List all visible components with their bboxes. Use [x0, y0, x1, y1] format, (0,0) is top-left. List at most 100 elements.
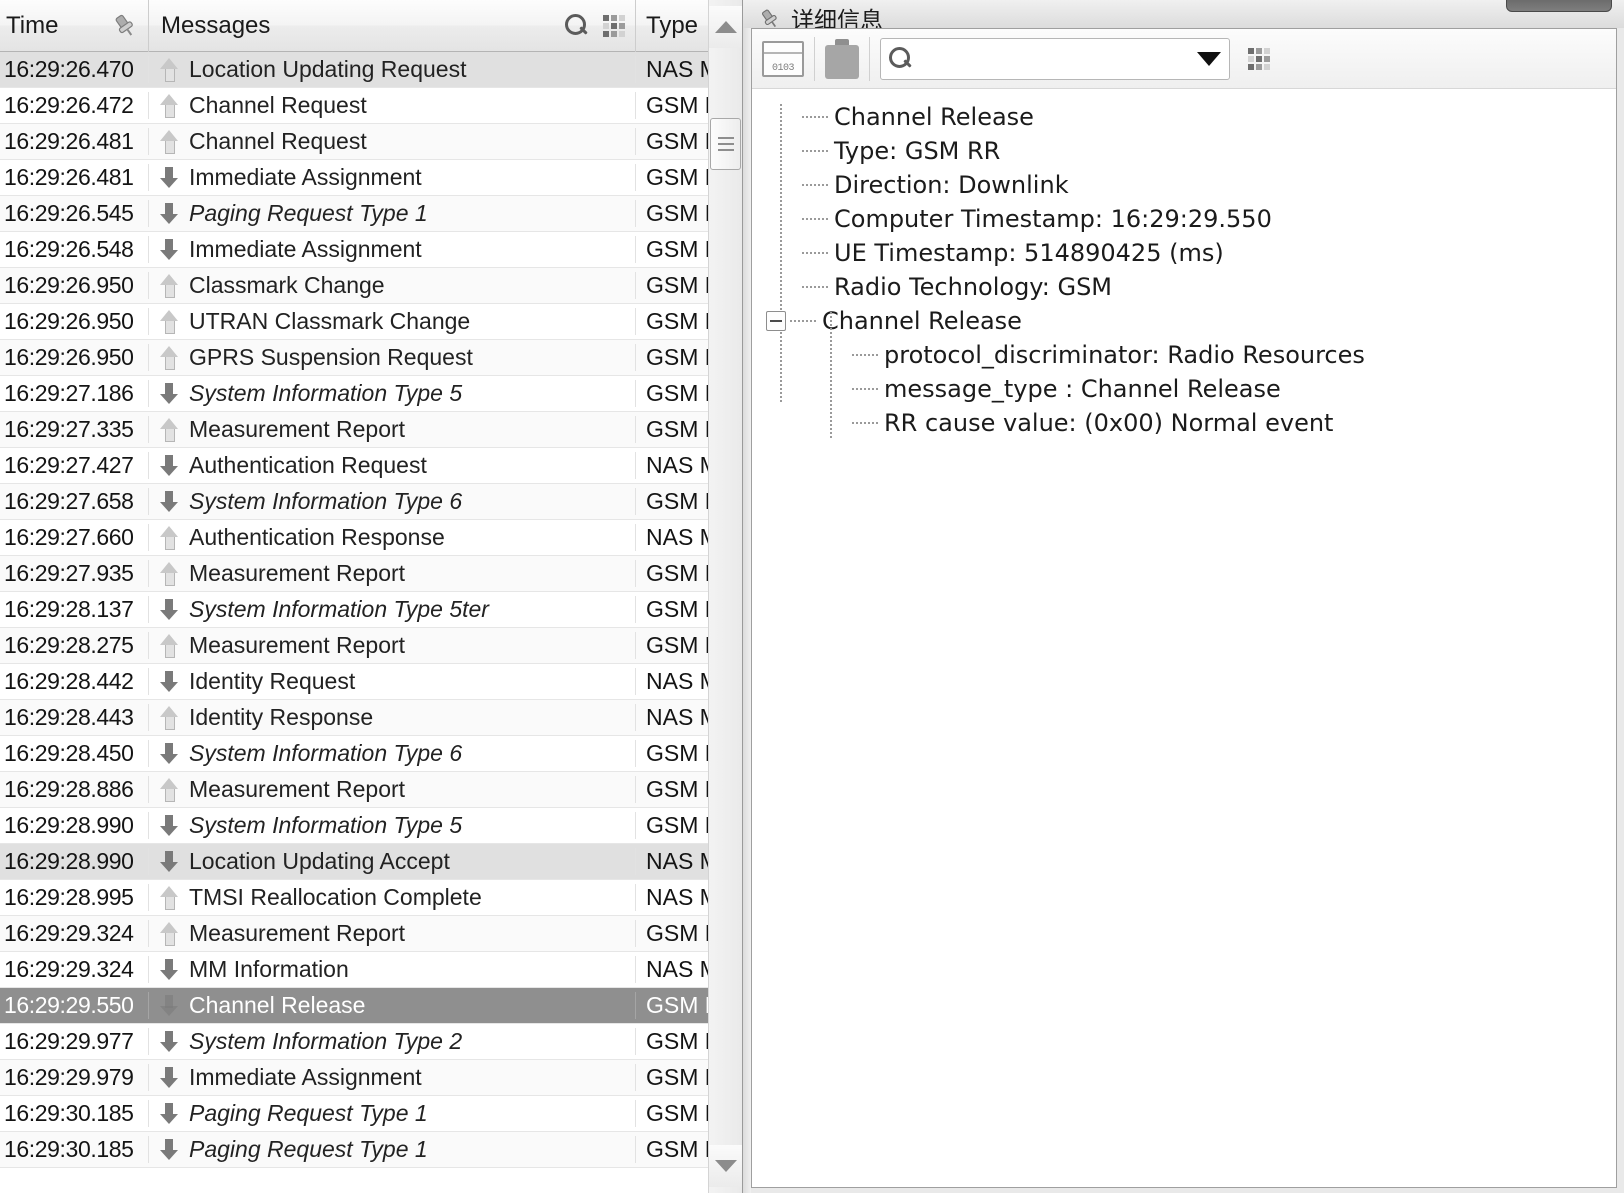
- tree-node[interactable]: Channel Release: [766, 100, 1616, 134]
- tree-node[interactable]: UE Timestamp: 514890425 (ms): [766, 236, 1616, 270]
- table-row[interactable]: 16:29:28.886 Measurement Report GSM RR: [0, 772, 742, 808]
- details-search-combobox[interactable]: [880, 37, 1230, 80]
- table-row[interactable]: 16:29:27.658 System Information Type 6 GSM…: [0, 484, 742, 520]
- tree-node[interactable]: Radio Technology: GSM: [766, 270, 1616, 304]
- table-row[interactable]: 16:29:28.275 Measurement Report GSM RR: [0, 628, 742, 664]
- row-message: System Information Type 5ter: [148, 596, 635, 623]
- table-row[interactable]: 16:29:28.990 Location Updating Accept NAS …: [0, 844, 742, 880]
- downlink-arrow-icon: [159, 741, 179, 767]
- uplink-arrow-icon: [159, 525, 179, 551]
- table-row[interactable]: 16:29:29.324 Measurement Report GSM RR: [0, 916, 742, 952]
- table-row[interactable]: 16:29:27.186 System Information Type 5 GSM…: [0, 376, 742, 412]
- table-row[interactable]: 16:29:29.324 MM Information NAS MM: [0, 952, 742, 988]
- table-row[interactable]: 16:29:29.550 Channel Release GSM RR: [0, 988, 742, 1024]
- table-row[interactable]: 16:29:27.335 Measurement Report GSM RR: [0, 412, 742, 448]
- table-row[interactable]: 16:29:29.979 Immediate Assignment GSM RR: [0, 1060, 742, 1096]
- row-time: 16:29:28.450: [4, 740, 134, 766]
- chevron-down-icon[interactable]: [1197, 51, 1221, 66]
- table-row[interactable]: 16:29:26.950 GPRS Suspension Request GSM R…: [0, 340, 742, 376]
- table-row[interactable]: 16:29:26.950 Classmark Change GSM RR: [0, 268, 742, 304]
- table-row[interactable]: 16:29:26.950 UTRAN Classmark Change GSM RR: [0, 304, 742, 340]
- dock-pin-icon[interactable]: [759, 8, 781, 28]
- table-row[interactable]: 16:29:28.450 System Information Type 6 GSM…: [0, 736, 742, 772]
- row-message-label: Paging Request Type 1: [189, 200, 428, 226]
- clipboard-icon[interactable]: [825, 38, 859, 79]
- pane-splitter[interactable]: [743, 0, 751, 1193]
- downlink-arrow-icon: [159, 813, 179, 839]
- tree-collapse-icon[interactable]: [766, 311, 786, 331]
- tree-node[interactable]: Type: GSM RR: [766, 134, 1616, 168]
- table-row[interactable]: 16:29:28.990 System Information Type 5 GSM…: [0, 808, 742, 844]
- table-row[interactable]: 16:29:26.545 Paging Request Type 1 GSM RR: [0, 196, 742, 232]
- scroll-up-button[interactable]: [709, 6, 742, 48]
- row-message: GPRS Suspension Request: [148, 344, 635, 371]
- row-message-label: Immediate Assignment: [189, 1064, 422, 1090]
- grid-icon[interactable]: [603, 14, 625, 37]
- row-message: System Information Type 2: [148, 1028, 635, 1055]
- tree-node[interactable]: Channel Release: [766, 304, 1616, 338]
- tree-connector-line: [802, 150, 828, 152]
- table-row[interactable]: 16:29:27.427 Authentication Request NAS MM: [0, 448, 742, 484]
- toolbar-separator-2: [869, 36, 870, 81]
- tree-node[interactable]: Direction: Downlink: [766, 168, 1616, 202]
- table-row[interactable]: 16:29:27.660 Authentication Response NAS M…: [0, 520, 742, 556]
- hex-view-label: 0103: [771, 62, 795, 74]
- row-time: 16:29:27.186: [4, 380, 134, 406]
- tree-node[interactable]: message_type : Channel Release: [766, 372, 1616, 406]
- column-header-messages-label: Messages: [161, 11, 271, 39]
- tree-node[interactable]: Computer Timestamp: 16:29:29.550: [766, 202, 1616, 236]
- downlink-arrow-icon: [159, 1101, 179, 1127]
- search-input[interactable]: [919, 39, 1191, 78]
- uplink-arrow-icon: [159, 129, 179, 155]
- column-header-messages[interactable]: Messages: [148, 0, 635, 52]
- message-rows-viewport[interactable]: 16:29:26.470 Location Updating Request NAS…: [0, 52, 742, 1193]
- hex-view-bar: [764, 51, 802, 54]
- table-row[interactable]: 16:29:27.935 Measurement Report GSM RR: [0, 556, 742, 592]
- uplink-arrow-icon: [159, 93, 179, 119]
- row-message-label: UTRAN Classmark Change: [189, 308, 471, 334]
- row-message: UTRAN Classmark Change: [148, 308, 635, 335]
- row-message: TMSI Reallocation Complete: [148, 884, 635, 911]
- row-message-label: Identity Request: [189, 668, 356, 694]
- table-row[interactable]: 16:29:26.481 Channel Request GSM RR: [0, 124, 742, 160]
- row-message: System Information Type 6: [148, 488, 635, 515]
- row-time: 16:29:30.185: [4, 1136, 134, 1162]
- row-message: Measurement Report: [148, 560, 635, 587]
- table-row[interactable]: 16:29:28.995 TMSI Reallocation Complete NA…: [0, 880, 742, 916]
- details-title-bar[interactable]: 详细信息: [743, 0, 1624, 28]
- column-header-time[interactable]: Time: [0, 0, 148, 52]
- tree-node-label: RR cause value: (0x00) Normal event: [884, 409, 1334, 437]
- row-time: 16:29:27.935: [4, 560, 134, 586]
- tree-node[interactable]: protocol_discriminator: Radio Resources: [766, 338, 1616, 372]
- table-row[interactable]: 16:29:26.481 Immediate Assignment GSM RR: [0, 160, 742, 196]
- row-message-label: Classmark Change: [189, 272, 385, 298]
- table-row[interactable]: 16:29:29.977 System Information Type 2 GSM…: [0, 1024, 742, 1060]
- tree-guide-line-1: [780, 104, 782, 404]
- scroll-down-button[interactable]: [709, 1145, 742, 1187]
- dock-window-button[interactable]: [1506, 0, 1612, 12]
- table-row[interactable]: 16:29:28.137 System Information Type 5ter…: [0, 592, 742, 628]
- table-row[interactable]: 16:29:28.442 Identity Request NAS MM: [0, 664, 742, 700]
- grid-icon[interactable]: [1248, 47, 1270, 70]
- message-list-scrollbar[interactable]: [708, 0, 742, 1193]
- table-row[interactable]: 16:29:26.470 Location Updating Request NAS…: [0, 52, 742, 88]
- table-row[interactable]: 16:29:26.472 Channel Request GSM RR: [0, 88, 742, 124]
- tree-node-label: Channel Release: [834, 103, 1034, 131]
- tree-node[interactable]: RR cause value: (0x00) Normal event: [766, 406, 1616, 440]
- table-row[interactable]: 16:29:28.443 Identity Response NAS MM: [0, 700, 742, 736]
- tree-node-label: Direction: Downlink: [834, 171, 1069, 199]
- table-row[interactable]: 16:29:30.185 Paging Request Type 1 GSM RR: [0, 1132, 742, 1168]
- pin-icon[interactable]: [112, 13, 138, 39]
- row-message-label: System Information Type 5ter: [189, 596, 489, 622]
- hex-view-icon[interactable]: 0103: [762, 40, 804, 77]
- details-tree[interactable]: Channel Release Type: GSM RR Direction: Do…: [752, 90, 1616, 1187]
- table-row[interactable]: 16:29:30.185 Paging Request Type 1 GSM RR: [0, 1096, 742, 1132]
- row-message: Channel Request: [148, 128, 635, 155]
- scrollbar-thumb[interactable]: [710, 118, 741, 170]
- row-time: 16:29:28.137: [4, 596, 134, 622]
- table-row[interactable]: 16:29:26.548 Immediate Assignment GSM RR: [0, 232, 742, 268]
- search-icon[interactable]: [565, 13, 589, 38]
- chevron-down-icon: [714, 1160, 737, 1172]
- downlink-arrow-icon: [159, 1029, 179, 1055]
- uplink-arrow-icon: [159, 309, 179, 335]
